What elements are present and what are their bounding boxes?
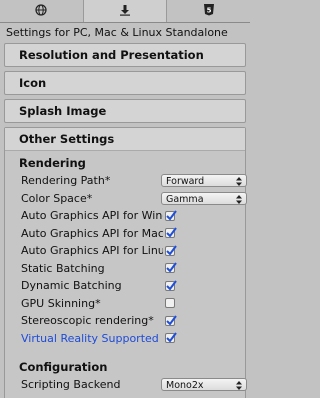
- scripting-backend-value: Mono2x: [166, 380, 204, 392]
- rendering-check-label: GPU Skinning*: [21, 296, 101, 310]
- rendering-check-row: Auto Graphics API for Windows: [5, 207, 245, 225]
- settings-for-label: Settings for PC, Mac & Linux Standalone: [6, 26, 228, 39]
- rendering-checkbox[interactable]: [165, 332, 177, 344]
- rendering-path-row: Rendering Path* Forward: [5, 172, 247, 190]
- rendering-check-row: Auto Graphics API for Mac: [5, 225, 245, 243]
- rendering-check-label: Stereoscopic rendering*: [21, 314, 154, 328]
- rendering-checkbox[interactable]: [165, 227, 177, 239]
- tab-webgl-html5[interactable]: 5: [167, 0, 250, 22]
- globe-icon: [35, 3, 47, 19]
- rendering-check-label: Auto Graphics API for Windows: [21, 209, 163, 223]
- color-space-dropdown[interactable]: Gamma: [161, 191, 247, 205]
- inspector-scrollbar[interactable]: [316, 0, 320, 389]
- section-resolution-and-presentation[interactable]: Resolution and Presentation: [4, 43, 246, 67]
- color-space-row: Color Space* Gamma: [5, 190, 247, 208]
- checkmark-icon: [166, 315, 177, 326]
- rendering-checkbox[interactable]: [165, 315, 177, 326]
- scripting-backend-row: Scripting Backend Mono2x: [5, 376, 247, 394]
- scripting-backend-dropdown[interactable]: Mono2x: [161, 378, 247, 392]
- configuration-title: Configuration: [19, 360, 108, 374]
- rendering-check-label: Dynamic Batching: [21, 279, 122, 293]
- platform-tabbar: 5: [0, 0, 250, 23]
- rendering-checkbox[interactable]: [165, 245, 177, 256]
- checkmark-icon: [166, 280, 177, 291]
- html5-icon: 5: [203, 3, 215, 19]
- rendering-check-row: Static Batching: [5, 260, 245, 278]
- rendering-title: Rendering: [19, 156, 86, 170]
- tab-standalone-globe[interactable]: [0, 0, 84, 22]
- tab-standalone-download[interactable]: [83, 0, 168, 22]
- checkmark-icon: [166, 262, 177, 273]
- rendering-check-row: Virtual Reality Supported: [5, 330, 245, 348]
- rendering-checkbox[interactable]: [165, 298, 175, 309]
- rendering-check-label: Static Batching: [21, 261, 105, 275]
- download-icon: [119, 4, 131, 19]
- rendering-check-row: Auto Graphics API for Linux: [5, 242, 245, 260]
- checkmark-icon: [166, 332, 177, 343]
- rendering-check-label: Virtual Reality Supported: [21, 331, 159, 345]
- section-icon[interactable]: Icon: [4, 71, 246, 95]
- color-space-label: Color Space*: [21, 191, 93, 205]
- checkmark-icon: [166, 227, 177, 238]
- rendering-check-row: Dynamic Batching: [5, 277, 245, 295]
- section-other-settings[interactable]: Other Settings: [5, 128, 245, 151]
- rendering-path-dropdown[interactable]: Forward: [161, 174, 247, 188]
- other-settings-panel: Other Settings Rendering Rendering Path*…: [4, 127, 247, 398]
- rendering-check-row: Stereoscopic rendering*: [5, 312, 245, 330]
- color-space-value: Gamma: [166, 193, 204, 205]
- rendering-checkbox[interactable]: [165, 210, 177, 221]
- section-splash-image[interactable]: Splash Image: [4, 99, 246, 123]
- rendering-check-label: Auto Graphics API for Linux: [21, 244, 163, 258]
- rendering-checkbox[interactable]: [165, 280, 177, 291]
- checkmark-icon: [166, 210, 177, 221]
- rendering-checkbox[interactable]: [165, 262, 177, 274]
- rendering-path-label: Rendering Path*: [21, 174, 111, 188]
- checkmark-icon: [166, 245, 177, 256]
- rendering-path-value: Forward: [166, 176, 205, 188]
- rendering-check-row: GPU Skinning*: [5, 295, 245, 313]
- dropdown-arrow-icon: [236, 381, 242, 395]
- svg-text:5: 5: [206, 7, 211, 15]
- scripting-backend-label: Scripting Backend: [21, 378, 121, 392]
- rendering-check-label: Auto Graphics API for Mac: [21, 226, 163, 240]
